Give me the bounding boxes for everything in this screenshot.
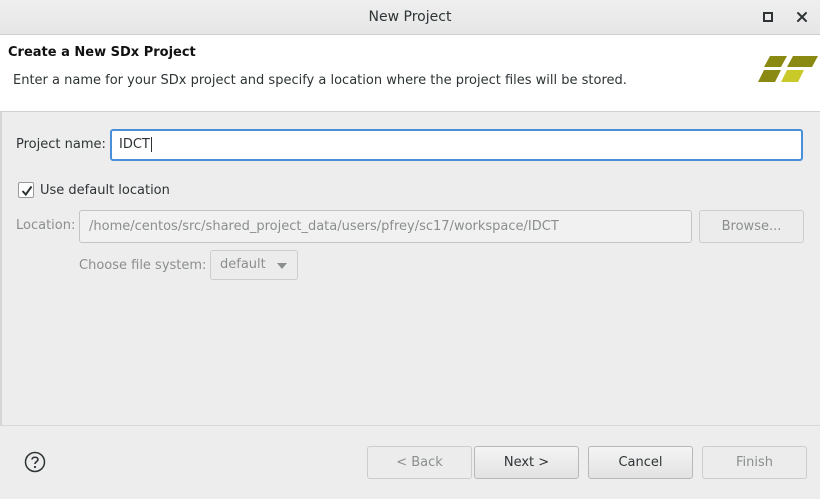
text-cursor xyxy=(150,137,152,152)
help-icon[interactable] xyxy=(24,451,46,473)
checkmark-icon xyxy=(21,185,33,197)
next-button[interactable]: Next > xyxy=(474,446,579,479)
cancel-button[interactable]: Cancel xyxy=(588,446,693,479)
project-name-label: Project name: xyxy=(16,137,106,152)
file-system-label: Choose file system: xyxy=(79,258,207,273)
browse-button[interactable]: Browse... xyxy=(699,210,804,243)
window-title: New Project xyxy=(368,9,452,25)
wizard-title: Create a New SDx Project xyxy=(8,45,196,60)
use-default-location-checkbox[interactable] xyxy=(18,182,34,198)
wizard-header: Create a New SDx Project Enter a name fo… xyxy=(0,36,820,112)
location-input[interactable]: /home/centos/src/shared_project_data/use… xyxy=(79,210,692,243)
wizard-description: Enter a name for your SDx project and sp… xyxy=(13,73,627,88)
window-titlebar: New Project xyxy=(0,0,820,35)
finish-button[interactable]: Finish xyxy=(702,446,807,479)
maximize-icon[interactable] xyxy=(759,8,777,26)
project-name-value: IDCT xyxy=(119,137,150,152)
sdx-logo-icon xyxy=(756,55,820,85)
file-system-select[interactable]: default xyxy=(210,250,298,280)
use-default-location-label[interactable]: Use default location xyxy=(40,183,170,198)
close-icon[interactable] xyxy=(793,8,811,26)
back-button[interactable]: < Back xyxy=(367,446,472,479)
wizard-body: Project name: IDCT Use default location … xyxy=(0,112,820,425)
file-system-value: default xyxy=(220,257,266,272)
location-label: Location: xyxy=(16,218,76,233)
wizard-footer: < Back Next > Cancel Finish xyxy=(0,425,820,499)
project-name-input[interactable]: IDCT xyxy=(110,129,803,161)
chevron-down-icon xyxy=(277,263,287,269)
